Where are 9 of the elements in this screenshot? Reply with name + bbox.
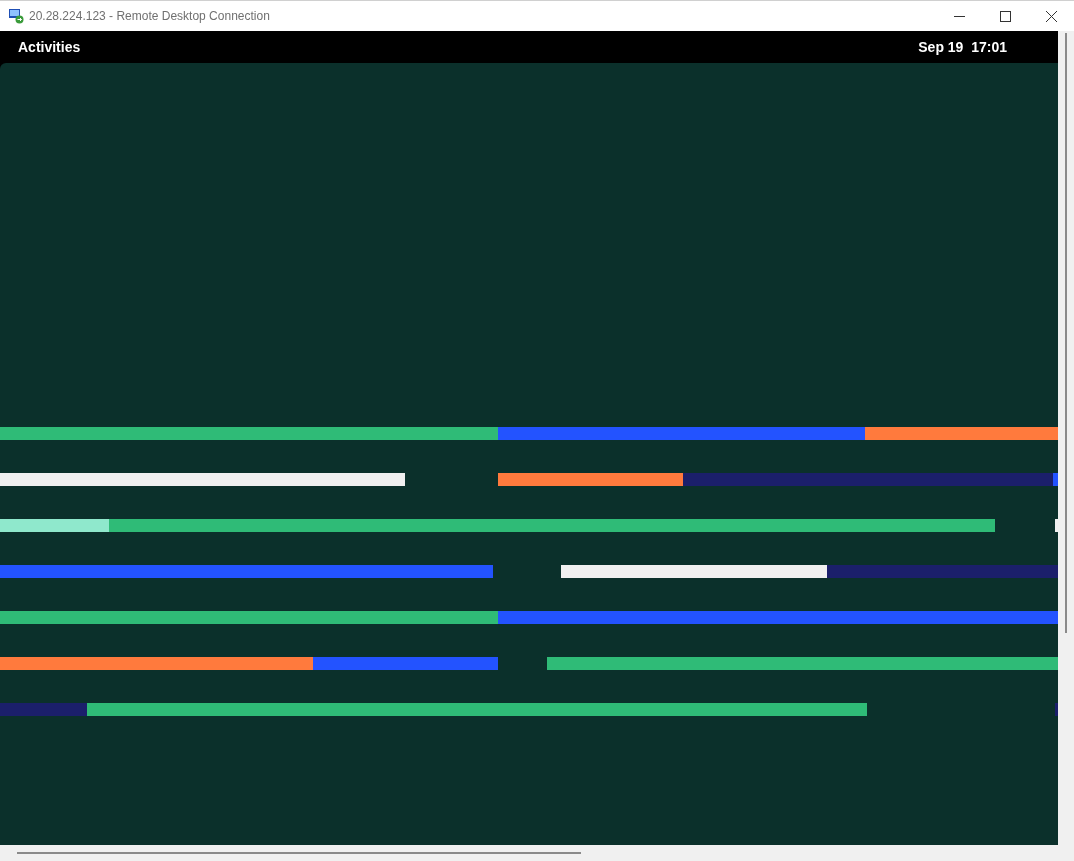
minimize-icon (953, 15, 965, 17)
close-icon (1045, 10, 1057, 22)
window-title: 20.28.224.123 - Remote Desktop Connection (29, 8, 270, 25)
scrollbar-thumb[interactable] (1065, 33, 1067, 633)
maximize-icon (999, 10, 1011, 22)
clock[interactable]: Sep 19 17:01 (918, 36, 1007, 58)
scrollbar-thumb[interactable] (17, 852, 581, 854)
remote-desktop-icon (8, 8, 24, 24)
activities-button[interactable]: Activities (18, 36, 81, 58)
